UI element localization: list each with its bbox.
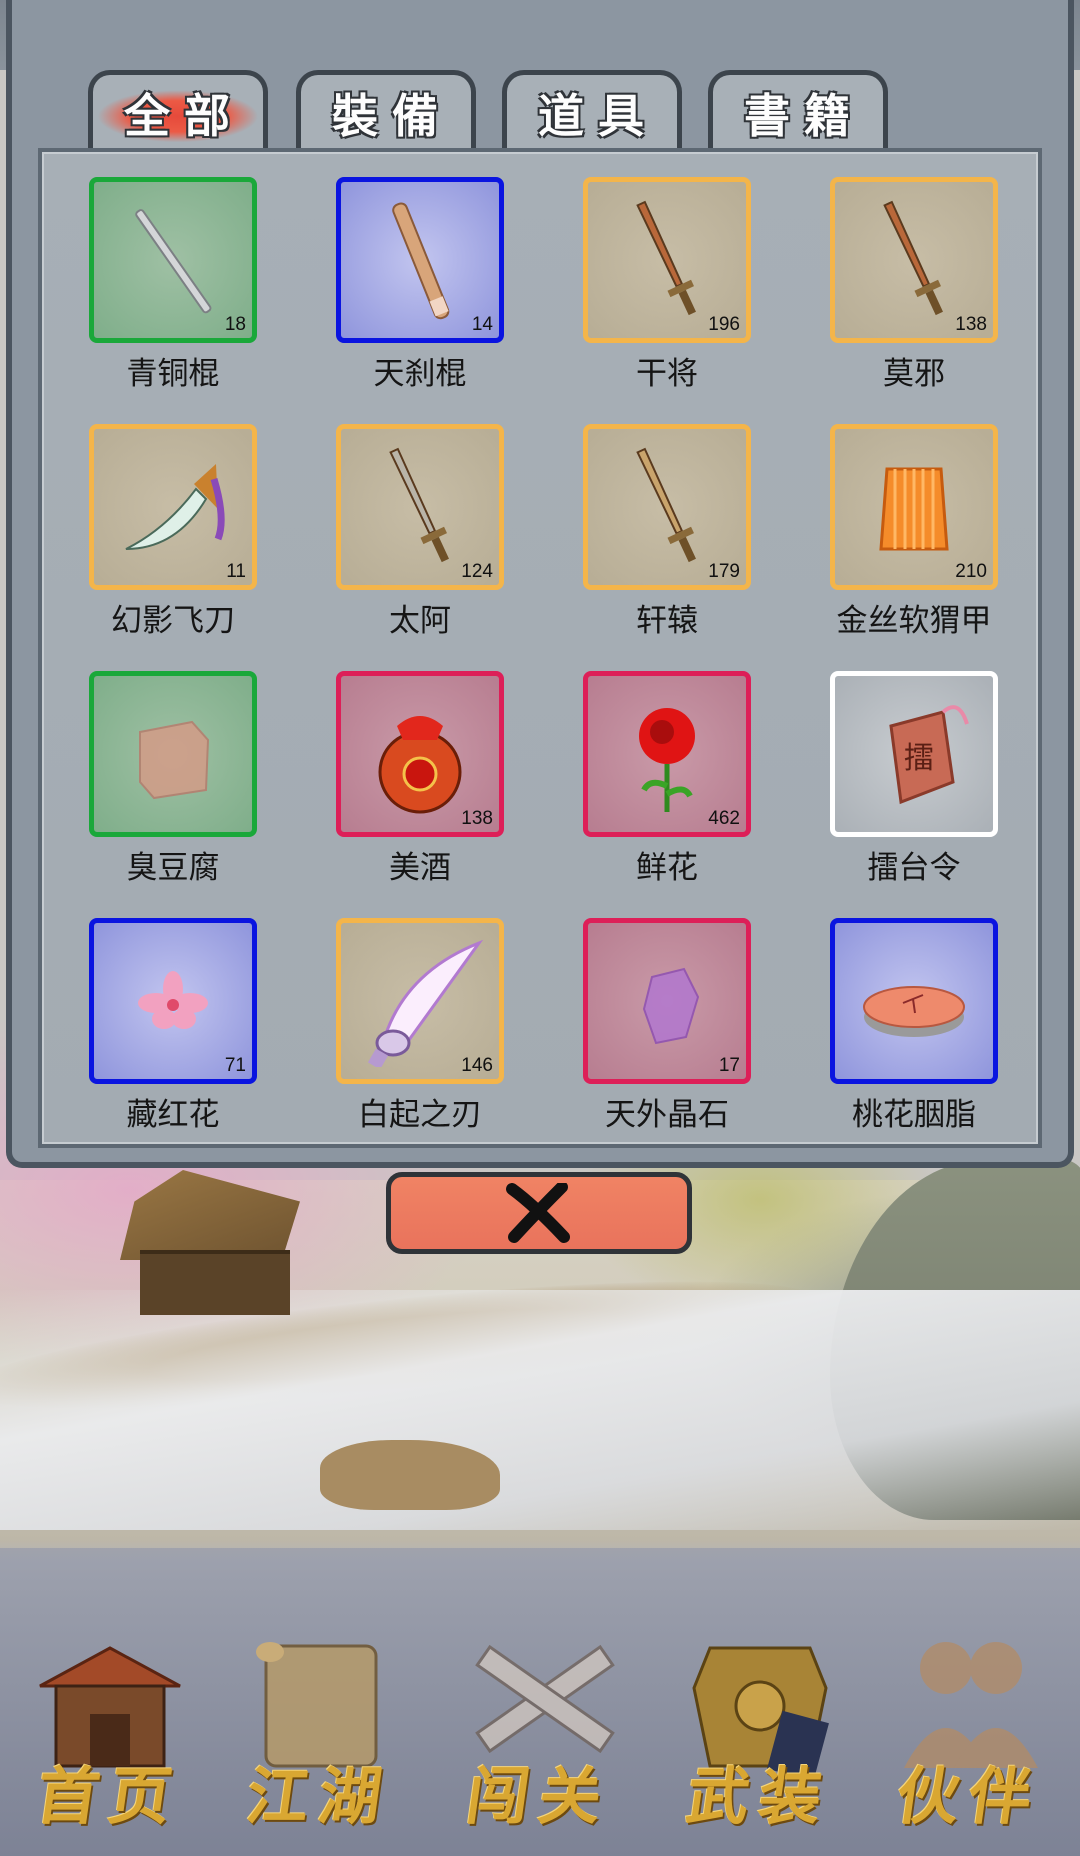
item-slot[interactable] (830, 918, 998, 1084)
tab-equipment[interactable]: 裝備 (296, 70, 476, 150)
item-slot[interactable]: 124 (336, 424, 504, 590)
item-name: 干将 (636, 356, 698, 392)
item-name: 鲜花 (636, 850, 698, 886)
nav-item-0[interactable]: 首页 (10, 1628, 210, 1833)
sword-icon (636, 200, 696, 316)
tab-all[interactable]: 全部 (88, 70, 268, 150)
inventory-item[interactable]: 124 太阿 (289, 399, 537, 639)
nav-label: 伙伴 (892, 1760, 1047, 1833)
item-count: 71 (224, 1055, 246, 1076)
tab-books[interactable]: 書籍 (708, 70, 888, 150)
item-count: 179 (708, 561, 740, 582)
item-slot[interactable]: 18 (89, 177, 257, 343)
crystal-icon (642, 967, 700, 1045)
item-count: 138 (461, 808, 493, 829)
nav-label: 武装 (682, 1760, 837, 1833)
item-name: 天刹棍 (373, 356, 467, 392)
item-name: 青铜棍 (126, 356, 220, 392)
item-count: 138 (955, 314, 987, 335)
item-slot[interactable]: 462 (583, 671, 751, 837)
flying-knife-icon (125, 464, 225, 550)
background-rock (320, 1440, 500, 1510)
item-name: 擂台令 (867, 850, 961, 886)
inventory-grid: 18 青铜棍 14 天刹棍 196 干将 138 莫邪 11 幻影飞刀 124 太阿 179 轩辕 210 金… (38, 148, 1042, 1148)
inventory-item[interactable]: 71 藏红花 (42, 893, 290, 1133)
item-count: 196 (708, 314, 740, 335)
inventory-item[interactable]: 462 鲜花 (536, 646, 784, 886)
item-name: 金丝软猬甲 (836, 603, 992, 639)
item-count: 462 (708, 808, 740, 829)
background-hut (120, 1170, 300, 1320)
inventory-item[interactable]: 11 幻影飞刀 (42, 399, 290, 639)
item-count: 18 (224, 314, 246, 335)
inventory-item[interactable]: 138 莫邪 (783, 152, 1031, 392)
item-count: 14 (471, 314, 493, 335)
item-slot[interactable]: 17 (583, 918, 751, 1084)
item-name: 幻影飞刀 (111, 603, 235, 639)
item-slot[interactable]: 179 (583, 424, 751, 590)
close-icon (506, 1183, 570, 1243)
nav-item-3[interactable]: 武装 (660, 1628, 860, 1833)
item-name: 臭豆腐 (126, 850, 220, 886)
item-name: 桃花胭脂 (852, 1097, 976, 1133)
nav-label: 闯关 (462, 1760, 617, 1833)
flower-icon (138, 971, 208, 1029)
item-slot[interactable]: 138 (830, 177, 998, 343)
item-slot[interactable] (89, 671, 257, 837)
bottom-nav: 首页 江湖 闯关 武装 伙伴 (0, 1548, 1080, 1856)
nav-item-4[interactable]: 伙伴 (870, 1628, 1070, 1833)
sword-icon (636, 447, 696, 563)
inventory-item[interactable]: 18 青铜棍 (42, 152, 290, 392)
item-name: 莫邪 (883, 356, 945, 392)
rouge-icon (863, 986, 965, 1037)
armor-icon (879, 467, 949, 551)
sword-icon (389, 447, 449, 563)
nav-item-2[interactable]: 闯关 (440, 1628, 640, 1833)
svg-text:擂: 擂 (904, 741, 934, 776)
blade-icon (367, 939, 484, 1067)
item-slot[interactable]: 擂 (830, 671, 998, 837)
inventory-item[interactable]: 擂擂台令 (783, 646, 1031, 886)
inventory-item[interactable]: 14 天刹棍 (289, 152, 537, 392)
item-count: 11 (226, 561, 246, 582)
item-name: 太阿 (389, 603, 451, 639)
nav-label: 江湖 (242, 1760, 397, 1833)
item-slot[interactable]: 14 (336, 177, 504, 343)
rose-icon (639, 708, 695, 812)
item-slot[interactable]: 196 (583, 177, 751, 343)
item-name: 美酒 (389, 850, 451, 886)
item-count: 124 (461, 561, 493, 582)
token-icon: 擂 (889, 705, 969, 805)
sword-icon (883, 200, 943, 316)
item-count: 146 (461, 1055, 493, 1076)
inventory-item[interactable]: 138 美酒 (289, 646, 537, 886)
staff-icon (135, 209, 212, 314)
item-slot[interactable]: 146 (336, 918, 504, 1084)
item-name: 轩辕 (636, 603, 698, 639)
nav-label: 首页 (32, 1760, 187, 1833)
inventory-item[interactable]: 210 金丝软猬甲 (783, 399, 1031, 639)
tofu-icon (139, 720, 210, 800)
item-name: 天外晶石 (605, 1097, 729, 1133)
background-river (0, 1290, 1080, 1530)
inventory-item[interactable]: 179 轩辕 (536, 399, 784, 639)
item-slot[interactable]: 210 (830, 424, 998, 590)
item-name: 藏红花 (126, 1097, 220, 1133)
item-slot[interactable]: 71 (89, 918, 257, 1084)
tab-props[interactable]: 道具 (502, 70, 682, 150)
inventory-item[interactable]: 桃花胭脂 (783, 893, 1031, 1133)
inventory-item[interactable]: 146 白起之刃 (289, 893, 537, 1133)
inventory-item[interactable]: 196 干将 (536, 152, 784, 392)
item-count: 17 (718, 1055, 740, 1076)
inventory-item[interactable]: 臭豆腐 (42, 646, 290, 886)
item-slot[interactable]: 138 (336, 671, 504, 837)
close-button[interactable] (386, 1172, 692, 1254)
item-name: 白起之刃 (358, 1097, 482, 1133)
staff-icon (392, 202, 450, 320)
nav-item-1[interactable]: 江湖 (220, 1628, 420, 1833)
wine-jar-icon (378, 716, 462, 814)
inventory-item[interactable]: 17 天外晶石 (536, 893, 784, 1133)
item-slot[interactable]: 11 (89, 424, 257, 590)
item-count: 210 (955, 561, 987, 582)
